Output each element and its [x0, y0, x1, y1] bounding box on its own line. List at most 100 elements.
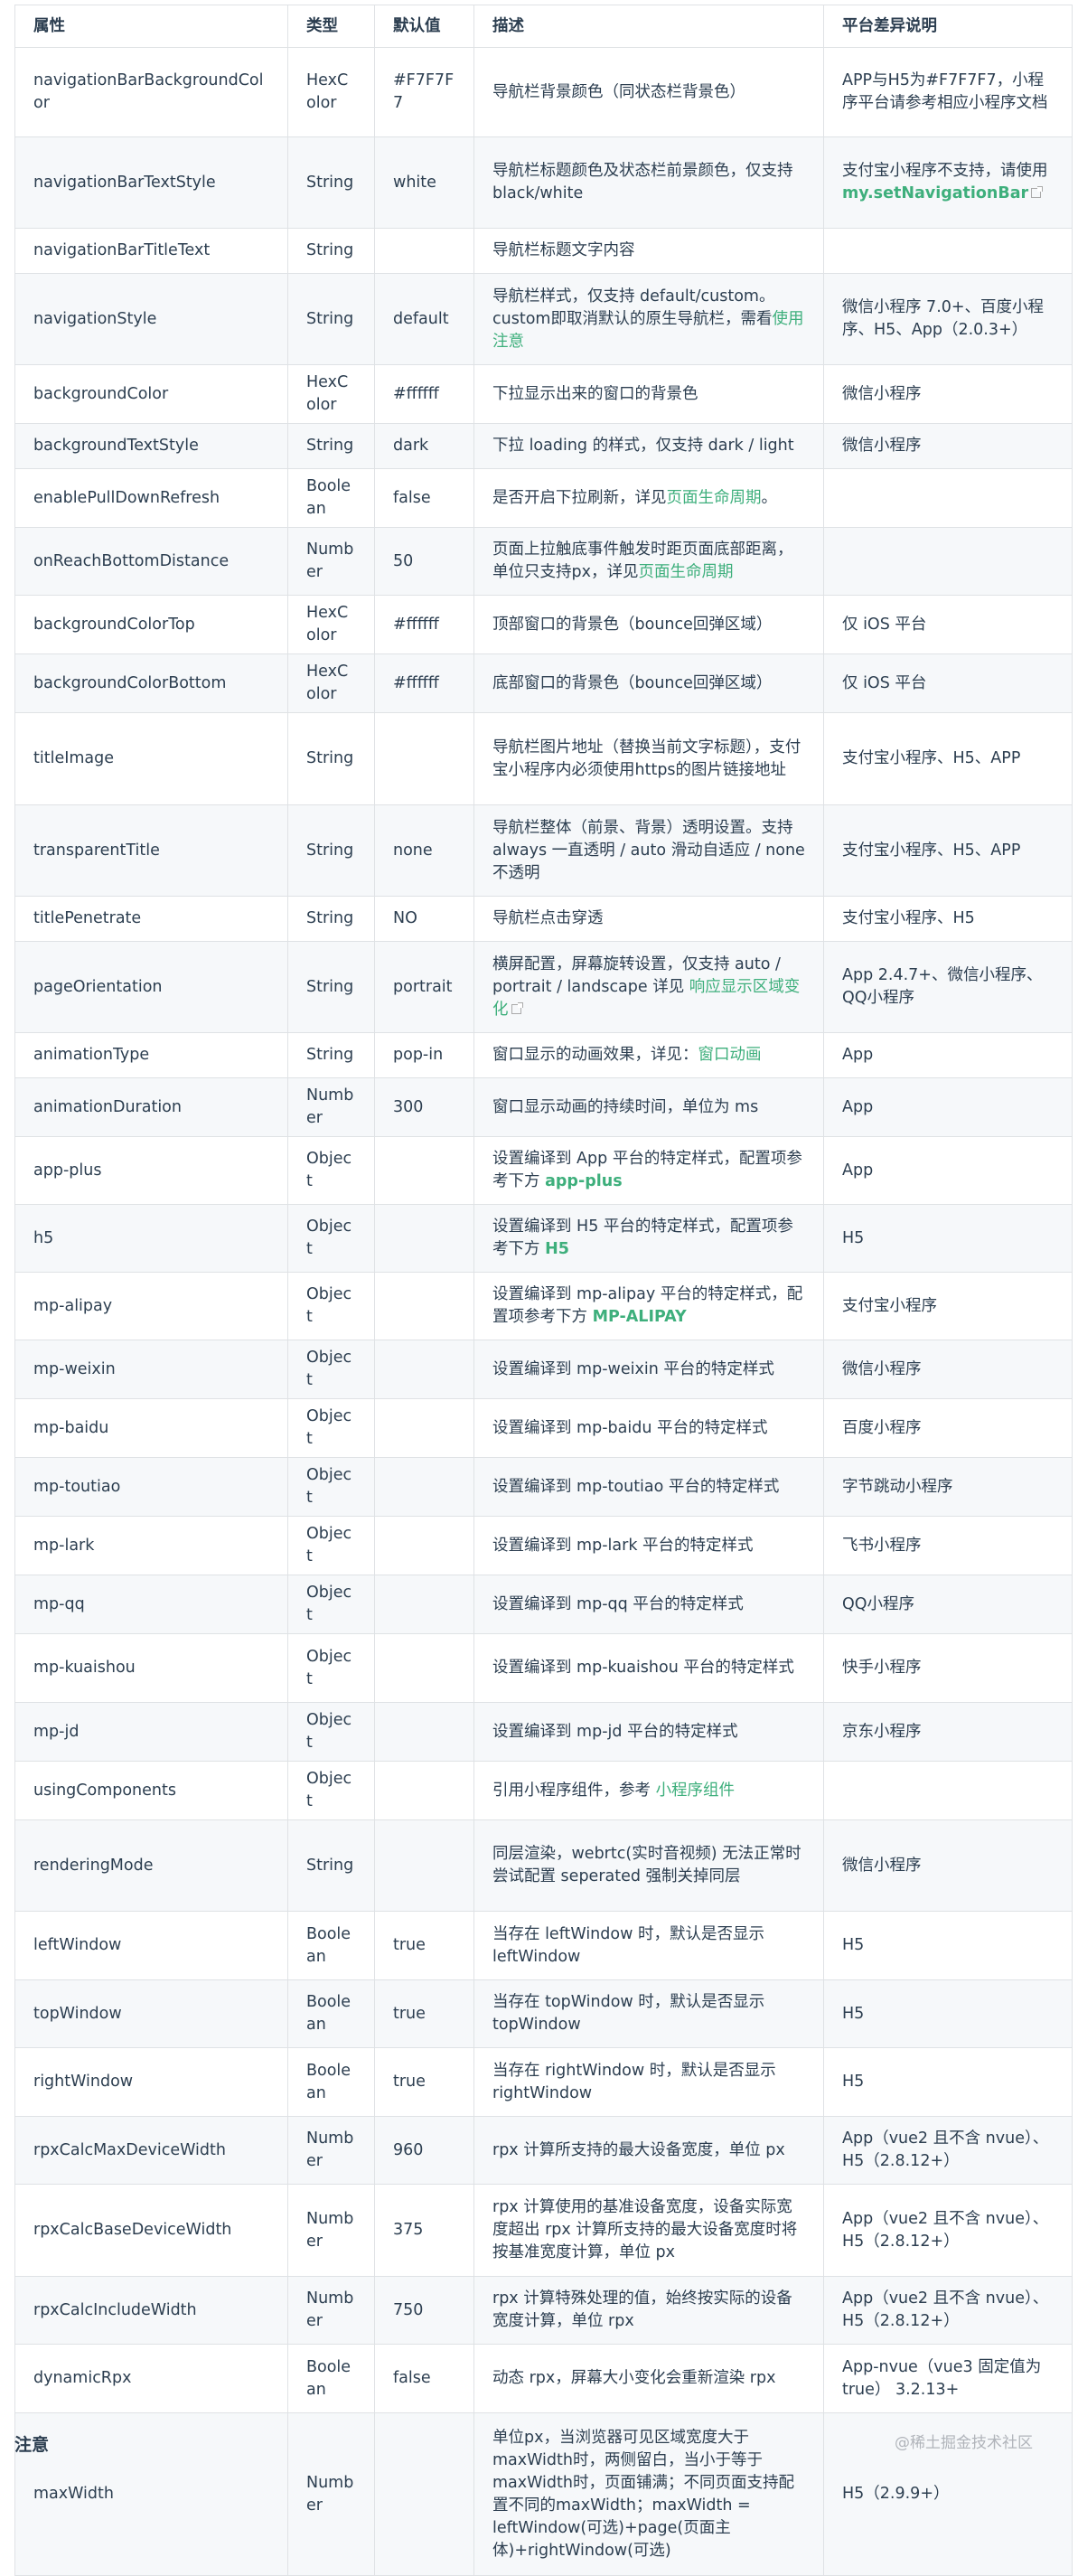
cell-text: 微信小程序 — [842, 384, 922, 403]
cell-text: QQ小程序 — [842, 1594, 915, 1613]
cell-default: true — [374, 2047, 474, 2117]
table-row: mp-lark Object 设置编译到 mp-lark 平台的特定样式 飞书小程序 — [14, 1516, 1073, 1575]
cell-property: backgroundColor — [14, 364, 288, 424]
doc-link[interactable]: 页面生命周期 — [667, 489, 762, 507]
cell-text: 。 — [761, 488, 778, 507]
cell-description: 设置编译到 mp-toutiao 平台的特定样式 — [473, 1457, 824, 1517]
cell-text: 导航栏图片地址（替换当前文字标题），支付宝小程序内必须使用https的图片链接地… — [492, 738, 801, 779]
doc-link[interactable]: app-plus — [545, 1172, 623, 1190]
cell-text: 下拉 loading 的样式，仅支持 dark / light — [492, 437, 794, 455]
cell-property: rightWindow — [14, 2047, 288, 2117]
table-row: titleImage String 导航栏图片地址（替换当前文字标题），支付宝小程序… — [14, 712, 1073, 805]
cell-default — [374, 1398, 474, 1458]
cell-platform: 支付宝小程序、H5、APP — [823, 712, 1073, 805]
table-row: backgroundTextStyle String dark 下拉 loading … — [14, 423, 1073, 469]
cell-property: titlePenetrate — [14, 896, 288, 942]
cell-description: 设置编译到 mp-baidu 平台的特定样式 — [473, 1398, 824, 1458]
column-header-default: 默认值 — [374, 5, 474, 48]
cell-description: 是否开启下拉刷新，详见页面生命周期。 — [473, 468, 824, 528]
cell-description: 下拉显示出来的窗口的背景色 — [473, 364, 824, 424]
cell-description: 当存在 topWindow 时，默认是否显示 topWindow — [473, 1979, 824, 2048]
table-row: animationType String pop-in 窗口显示的动画效果，详见：窗口… — [14, 1032, 1073, 1078]
cell-text: 飞书小程序 — [842, 1536, 922, 1555]
table-row: rightWindow Boolean true 当存在 rightWindow 时，… — [14, 2047, 1073, 2117]
cell-default: 960 — [374, 2116, 474, 2185]
doc-link[interactable]: H5 — [545, 1240, 569, 1258]
doc-link[interactable]: 窗口动画 — [698, 1046, 762, 1064]
cell-type: HexColor — [287, 364, 375, 424]
cell-property: onReachBottomDistance — [14, 527, 288, 596]
cell-default: 300 — [374, 1077, 474, 1137]
cell-type: HexColor — [287, 47, 375, 137]
table-row: mp-alipay Object 设置编译到 mp-alipay 平台的特定样式，配… — [14, 1272, 1073, 1340]
doc-link[interactable]: MP-ALIPAY — [593, 1308, 687, 1326]
cell-default — [374, 1516, 474, 1575]
cell-text: 导航栏标题颜色及状态栏前景颜色，仅支持 black/white — [492, 162, 793, 202]
cell-description: rpx 计算所支持的最大设备宽度，单位 px — [473, 2116, 824, 2185]
cell-description: 横屏配置，屏幕旋转设置，仅支持 auto / portrait / landsc… — [473, 941, 824, 1033]
table-row: topWindow Boolean true 当存在 topWindow 时，默认是否… — [14, 1979, 1073, 2048]
cell-property: app-plus — [14, 1136, 288, 1205]
table-row: mp-baidu Object 设置编译到 mp-baidu 平台的特定样式 百度小程… — [14, 1398, 1073, 1458]
watermark: @稀土掘金技术社区 — [895, 2434, 1033, 2452]
cell-platform: 支付宝小程序、H5 — [823, 896, 1073, 942]
cell-platform: App（vue2 且不含 nvue）、H5（2.8.12+） — [823, 2184, 1073, 2277]
table-row: rpxCalcBaseDeviceWidth Number 375 rpx 计算使用的… — [14, 2184, 1073, 2277]
cell-property: mp-baidu — [14, 1398, 288, 1458]
cell-property: mp-qq — [14, 1575, 288, 1634]
doc-link[interactable]: my.setNavigationBar — [842, 184, 1028, 202]
cell-text: 支付宝小程序、H5、APP — [842, 841, 1021, 860]
cell-text: App 2.4.7+、微信小程序、QQ小程序 — [842, 966, 1043, 1007]
cell-platform: App — [823, 1032, 1073, 1078]
table-row: app-plus Object 设置编译到 App 平台的特定样式，配置项参考下方 … — [14, 1136, 1073, 1205]
table-row: mp-toutiao Object 设置编译到 mp-toutiao 平台的特定样式… — [14, 1457, 1073, 1517]
cell-description: 动态 rpx，屏幕大小变化会重新渲染 rpx — [473, 2344, 824, 2413]
column-header-type: 类型 — [287, 5, 375, 48]
cell-default — [374, 1633, 474, 1703]
cell-type: Boolean — [287, 1979, 375, 2048]
cell-text: 微信小程序 — [842, 1856, 922, 1875]
cell-description: 引用小程序组件，参考 小程序组件 — [473, 1761, 824, 1820]
cell-property: mp-weixin — [14, 1340, 288, 1399]
cell-description: 窗口显示的动画效果，详见：窗口动画 — [473, 1032, 824, 1078]
table-row: navigationBarBackgroundColor HexColor #F7F… — [14, 47, 1073, 137]
cell-type: String — [287, 136, 375, 229]
cell-text: 微信小程序 — [842, 437, 922, 455]
cell-type: Object — [287, 1761, 375, 1820]
cell-property: navigationBarTextStyle — [14, 136, 288, 229]
cell-property: animationType — [14, 1032, 288, 1078]
cell-text: 支付宝小程序不支持，请使用 — [842, 162, 1048, 180]
cell-platform — [823, 527, 1073, 596]
table-row: enablePullDownRefresh Boolean false 是否开启下拉刷… — [14, 468, 1073, 528]
cell-type: Boolean — [287, 468, 375, 528]
cell-property: mp-toutiao — [14, 1457, 288, 1517]
cell-platform — [823, 1761, 1073, 1820]
cell-default — [374, 712, 474, 805]
cell-platform: App 2.4.7+、微信小程序、QQ小程序 — [823, 941, 1073, 1033]
cell-type: Object — [287, 1340, 375, 1399]
cell-platform: 微信小程序 — [823, 1819, 1073, 1912]
doc-link[interactable]: 小程序组件 — [656, 1782, 736, 1800]
doc-link[interactable]: 页面生命周期 — [638, 563, 733, 581]
table-row: navigationBarTitleText String 导航栏标题文字内容 — [14, 228, 1073, 274]
column-header-description: 描述 — [473, 5, 824, 48]
cell-default: 375 — [374, 2184, 474, 2277]
cell-default: white — [374, 136, 474, 229]
cell-platform: App-nvue（vue3 固定值为 true） 3.2.13+ — [823, 2344, 1073, 2413]
cell-description: 同层渲染，webrtc(实时音视频) 无法正常时尝试配置 seperated 强… — [473, 1819, 824, 1912]
cell-type: HexColor — [287, 653, 375, 713]
external-link-icon — [1031, 186, 1044, 198]
table-row: transparentTitle String none 导航栏整体（前景、背景）透明… — [14, 804, 1073, 897]
cell-text: 窗口显示的动画效果，详见： — [492, 1046, 698, 1064]
cell-platform: H5 — [823, 2047, 1073, 2117]
cell-text: 同层渲染，webrtc(实时音视频) 无法正常时尝试配置 seperated 强… — [492, 1845, 801, 1885]
cell-platform: 微信小程序 — [823, 364, 1073, 424]
cell-default — [374, 1136, 474, 1205]
cell-type: String — [287, 712, 375, 805]
cell-property: dynamicRpx — [14, 2344, 288, 2413]
table-row: mp-qq Object 设置编译到 mp-qq 平台的特定样式 QQ小程序 — [14, 1575, 1073, 1634]
table-row: backgroundColorTop HexColor #ffffff 顶部窗口的背景… — [14, 595, 1073, 654]
table-row: rpxCalcIncludeWidth Number 750 rpx 计算特殊处理的值… — [14, 2276, 1073, 2345]
cell-type: String — [287, 228, 375, 274]
cell-default: #ffffff — [374, 364, 474, 424]
